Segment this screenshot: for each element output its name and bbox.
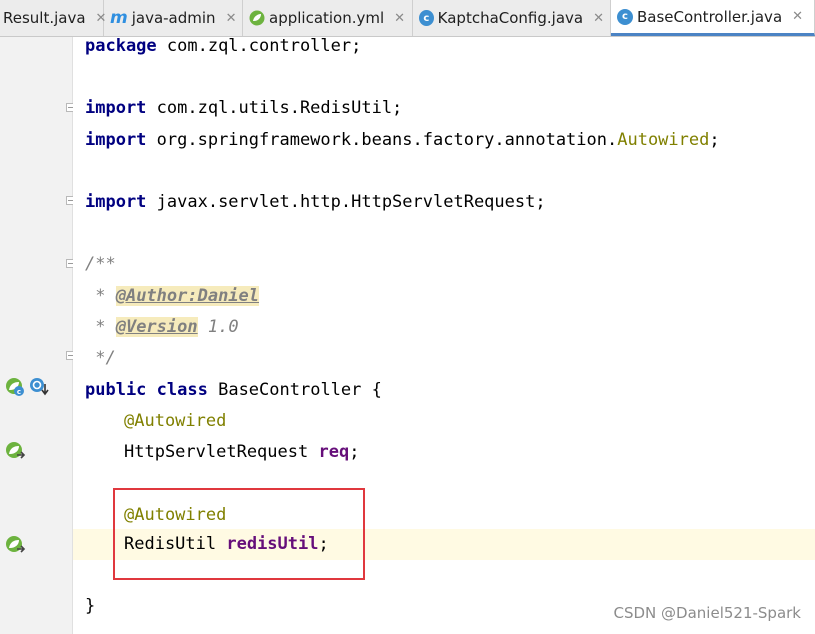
code-line-import-redisutil: import com.zql.utils.RedisUtil;: [73, 93, 815, 124]
autowired-bean-icon[interactable]: [4, 533, 26, 555]
import-path: com.zql.utils.RedisUtil;: [146, 98, 403, 118]
doc-tag-author: @Author:Daniel: [115, 286, 260, 306]
doc-comment: /**: [85, 254, 116, 274]
keyword: public: [85, 380, 147, 400]
autowired-bean-icon[interactable]: [4, 439, 26, 461]
code-line-doc-author: * @Author:Daniel: [73, 281, 815, 312]
semicolon: ;: [709, 130, 720, 150]
overriding-method-icon[interactable]: [28, 376, 50, 398]
tab-label: KaptchaConfig.java: [437, 9, 584, 27]
keyword: import: [85, 130, 147, 150]
keyword: package: [85, 36, 157, 56]
close-icon[interactable]: ✕: [593, 11, 604, 26]
code-line-doc-version: * @Version 1.0: [73, 312, 815, 343]
svg-text:c: c: [17, 388, 21, 396]
tab-label: Result.java: [3, 9, 86, 27]
tab-label: java-admin: [131, 9, 216, 27]
tab-label: application.yml: [269, 9, 385, 27]
code-line-doc-open: /**: [73, 249, 815, 280]
keyword: class: [156, 380, 208, 400]
class-icon: c: [419, 10, 434, 26]
keyword: import: [85, 192, 147, 212]
maven-icon: m: [110, 8, 128, 28]
highlight-box: [113, 488, 365, 580]
keyword: import: [85, 98, 147, 118]
code-editor[interactable]: package com.zql.controller; import com.z…: [73, 36, 815, 634]
code-line-package: package com.zql.controller;: [73, 31, 815, 62]
field-type: HttpServletRequest: [124, 442, 319, 462]
package-name: com.zql.controller;: [156, 36, 362, 56]
code-line-doc-close: */: [73, 343, 815, 374]
close-icon[interactable]: ✕: [394, 11, 405, 26]
code-line-autowired-1: @Autowired: [73, 406, 815, 437]
class-name: BaseController {: [207, 380, 382, 400]
doc-comment: *: [85, 286, 116, 306]
close-icon[interactable]: ✕: [226, 11, 237, 26]
doc-tag-version: @Version: [115, 317, 198, 337]
watermark: CSDN @Daniel521-Spark: [613, 604, 801, 622]
import-path: org.springframework.beans.factory.annota…: [146, 130, 618, 150]
spring-bean-icon[interactable]: c: [4, 376, 26, 398]
field-name: req: [318, 442, 350, 462]
doc-comment: 1.0: [197, 317, 239, 337]
import-path: javax.servlet.http.HttpServletRequest;: [146, 192, 546, 212]
code-line-import-autowired: import org.springframework.beans.factory…: [73, 125, 815, 156]
import-class: Autowired: [617, 130, 710, 150]
doc-comment: *: [85, 317, 116, 337]
annotation: @Autowired: [124, 411, 227, 431]
close-icon[interactable]: ✕: [792, 9, 803, 24]
spring-leaf-icon: [249, 10, 265, 26]
code-line-class-decl: public class BaseController {: [73, 375, 815, 406]
tab-label: BaseController.java: [637, 7, 783, 26]
editor-gutter: c: [0, 37, 75, 634]
code-line-field-req: HttpServletRequest req;: [73, 437, 815, 468]
class-icon: c: [617, 8, 633, 25]
closing-brace: }: [85, 596, 96, 616]
code-line-import-request: import javax.servlet.http.HttpServletReq…: [73, 187, 815, 218]
semicolon: ;: [349, 442, 360, 462]
doc-comment: */: [85, 348, 116, 368]
